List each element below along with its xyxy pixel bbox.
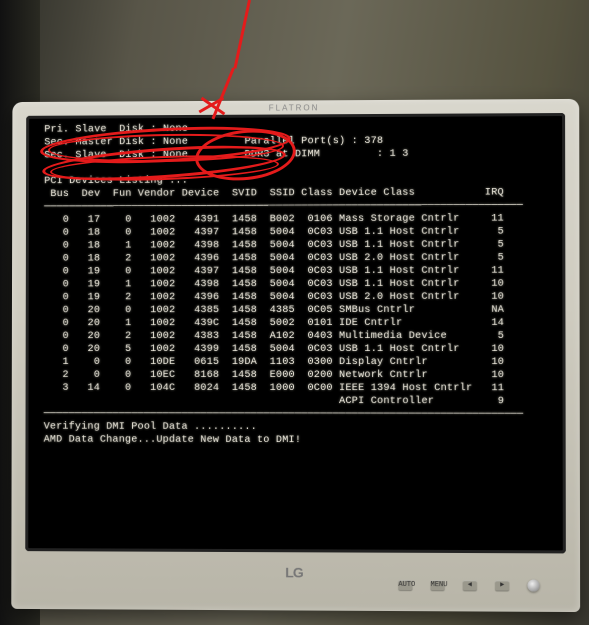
monitor-btn-left[interactable]: ◄ [463,580,477,590]
monitor-frame: FLATRON Pri. Slave Disk : None Sec. Mast… [11,99,580,612]
monitor-power-button[interactable] [527,579,539,591]
monitor-btn-menu[interactable]: MENU [431,580,445,590]
monitor-buttons: AUTO MENU ◄ ► [398,579,539,592]
monitor-logo: LG [285,564,302,580]
monitor-brand-top: FLATRON [269,103,320,112]
bios-screen: Pri. Slave Disk : None Sec. Master Disk … [31,119,560,547]
monitor-btn-right[interactable]: ► [495,580,509,590]
monitor-btn-auto[interactable]: AUTO [398,580,412,590]
screen-bezel: Pri. Slave Disk : None Sec. Master Disk … [25,113,566,553]
